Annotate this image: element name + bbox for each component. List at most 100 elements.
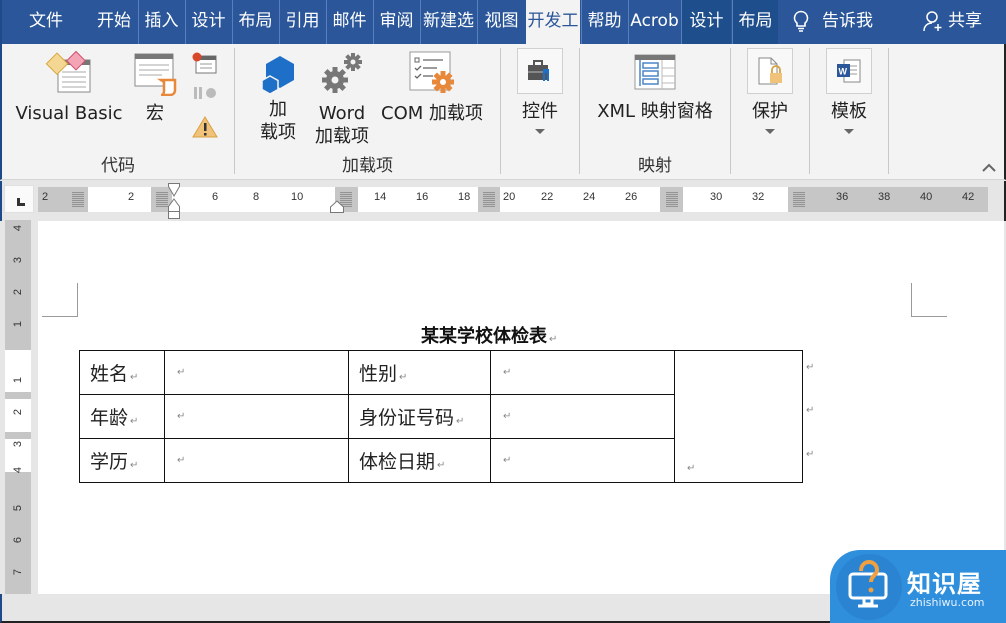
lightbulb-icon: [793, 10, 809, 32]
table-cell-value[interactable]: ↵: [164, 394, 349, 439]
column-marker[interactable]: [156, 192, 168, 207]
collapse-ribbon-icon[interactable]: [982, 163, 996, 173]
macro-security-button[interactable]: [192, 116, 218, 140]
ruler-number: 2: [128, 191, 135, 203]
protect-button[interactable]: 保护: [745, 48, 795, 134]
word-add-ins-button[interactable]: Word 加载项: [309, 50, 375, 148]
table-cell-value[interactable]: ↵: [164, 438, 349, 483]
ruler-number: 8: [253, 191, 260, 203]
ruler-number: 4: [12, 224, 24, 232]
paragraph-mark: ↵: [177, 411, 186, 422]
hanging-indent-marker[interactable]: [168, 198, 180, 220]
share-label: 共享: [948, 11, 982, 31]
tab-layout[interactable]: 布局: [232, 0, 278, 44]
ruler-number: 18: [458, 191, 471, 203]
ruler-number: 30: [710, 191, 723, 203]
ruler-number: 40: [920, 191, 933, 203]
document-title[interactable]: 某某学校体检表 ↵: [421, 322, 557, 348]
pause-recording-button[interactable]: [192, 84, 218, 106]
com-add-ins-button[interactable]: COM 加载项: [377, 50, 487, 125]
tab-selector-button[interactable]: [4, 185, 34, 213]
add-ins-button[interactable]: 加 载项: [255, 54, 301, 144]
macros-label: 宏: [146, 103, 164, 124]
tab-design[interactable]: 设计: [185, 0, 231, 44]
document-template-button[interactable]: W 模板: [824, 48, 874, 134]
table-cell-label[interactable]: 性别 ↵: [348, 350, 491, 395]
ruler-number: 2: [12, 408, 24, 416]
macros-icon: [134, 53, 177, 96]
crop-mark-top-right: [911, 283, 947, 317]
ruler-column: [683, 187, 788, 212]
chevron-down-icon: [535, 129, 545, 134]
document-title-text: 某某学校体检表: [421, 326, 547, 347]
table-cell-label[interactable]: 姓名 ↵: [79, 350, 165, 395]
macro-security-icon: [192, 116, 218, 138]
cell-text: 姓名: [90, 363, 129, 385]
table-cell-label[interactable]: 年龄 ↵: [79, 394, 165, 439]
macros-button[interactable]: 宏: [130, 50, 180, 125]
column-marker[interactable]: [793, 192, 805, 207]
column-marker[interactable]: [72, 192, 84, 207]
controls-button[interactable]: 控件: [515, 48, 565, 134]
record-macro-button[interactable]: [192, 52, 218, 76]
tab-mailings[interactable]: 邮件: [326, 0, 372, 44]
table-cell-label[interactable]: 身份证号码 ↵: [348, 394, 491, 439]
ruler-number: 36: [836, 191, 849, 203]
ruler-number: 2: [42, 191, 49, 203]
paragraph-mark: ↵: [503, 367, 512, 378]
ruler-number: 16: [416, 191, 429, 203]
horizontal-ruler[interactable]: 2 2 6 8 10 14 16 18 20 22 24 26 30 32 36…: [38, 187, 988, 212]
group-templates: W 模板: [810, 44, 888, 180]
document-template-icon: W: [837, 59, 861, 83]
vertical-ruler[interactable]: 4 3 2 1 1 2 3 4 5 6 7: [5, 220, 31, 594]
end-of-row-mark: ↵: [806, 362, 815, 373]
share-button[interactable]: 共享: [922, 0, 982, 44]
visual-basic-button[interactable]: Visual Basic: [14, 50, 124, 125]
tab-home[interactable]: 开始: [92, 0, 136, 44]
column-marker[interactable]: [666, 192, 678, 207]
left-tab-stop-icon: [17, 198, 25, 206]
group-protect: 保护: [731, 44, 809, 180]
tab-new-group[interactable]: 新建选: [420, 0, 476, 44]
tab-file[interactable]: 文件: [10, 0, 82, 44]
tab-table-layout[interactable]: 布局: [732, 0, 778, 44]
table-cell-value[interactable]: ↵: [490, 350, 675, 395]
tab-table-design[interactable]: 设计: [681, 0, 731, 44]
ribbon: Visual Basic 宏 代码 加 载项 Word 加载项 COM 加载项 …: [0, 44, 1006, 180]
ruler-number: 5: [12, 504, 24, 512]
visual-basic-icon: [45, 50, 91, 93]
chevron-down-icon: [844, 129, 854, 134]
photo-cell[interactable]: ↵: [674, 350, 803, 483]
watermark-badge: [836, 554, 902, 620]
column-marker[interactable]: [483, 192, 495, 207]
tab-acrobat[interactable]: Acrob: [628, 0, 680, 44]
health-check-table[interactable]: 姓名 ↵ ↵ 性别 ↵ ↵ ↵ 年龄 ↵ ↵ 身份证号码 ↵ ↵ 学历 ↵ ↵ 体检日期 ↵…: [79, 350, 803, 483]
tab-developer[interactable]: 开发工: [526, 0, 580, 44]
word-add-ins-gears-icon: [322, 53, 362, 93]
ruler-number: 26: [625, 191, 638, 203]
tab-review[interactable]: 审阅: [373, 0, 419, 44]
table-cell-label[interactable]: 学历 ↵: [79, 438, 165, 483]
right-indent-marker[interactable]: [330, 200, 344, 213]
ruler-number: 3: [12, 440, 24, 448]
watermark-domain: zhishiwu.com: [910, 596, 985, 609]
ruler-number: 24: [583, 191, 596, 203]
ruler-number: 22: [541, 191, 554, 203]
group-add-ins: 加 载项 Word 加载项 COM 加载项 加载项: [235, 44, 500, 180]
tab-view[interactable]: 视图: [477, 0, 525, 44]
svg-text:W: W: [839, 67, 848, 77]
tab-help[interactable]: 帮助: [581, 0, 627, 44]
paragraph-mark: ↵: [456, 416, 465, 427]
table-cell-label[interactable]: 体检日期 ↵: [348, 438, 491, 483]
table-cell-value[interactable]: ↵: [164, 350, 349, 395]
xml-mapping-pane-icon: [634, 54, 676, 90]
table-cell-value[interactable]: ↵: [490, 438, 675, 483]
group-separator: [888, 48, 889, 174]
xml-mapping-pane-button[interactable]: XML 映射窗格: [590, 54, 720, 123]
tab-insert[interactable]: 插入: [138, 0, 184, 44]
tell-me-box[interactable]: 告诉我: [792, 0, 873, 44]
ruler-number: 4: [12, 466, 24, 474]
first-line-indent-marker[interactable]: [168, 183, 180, 197]
tab-references[interactable]: 引用: [279, 0, 325, 44]
table-cell-value[interactable]: ↵: [490, 394, 675, 439]
